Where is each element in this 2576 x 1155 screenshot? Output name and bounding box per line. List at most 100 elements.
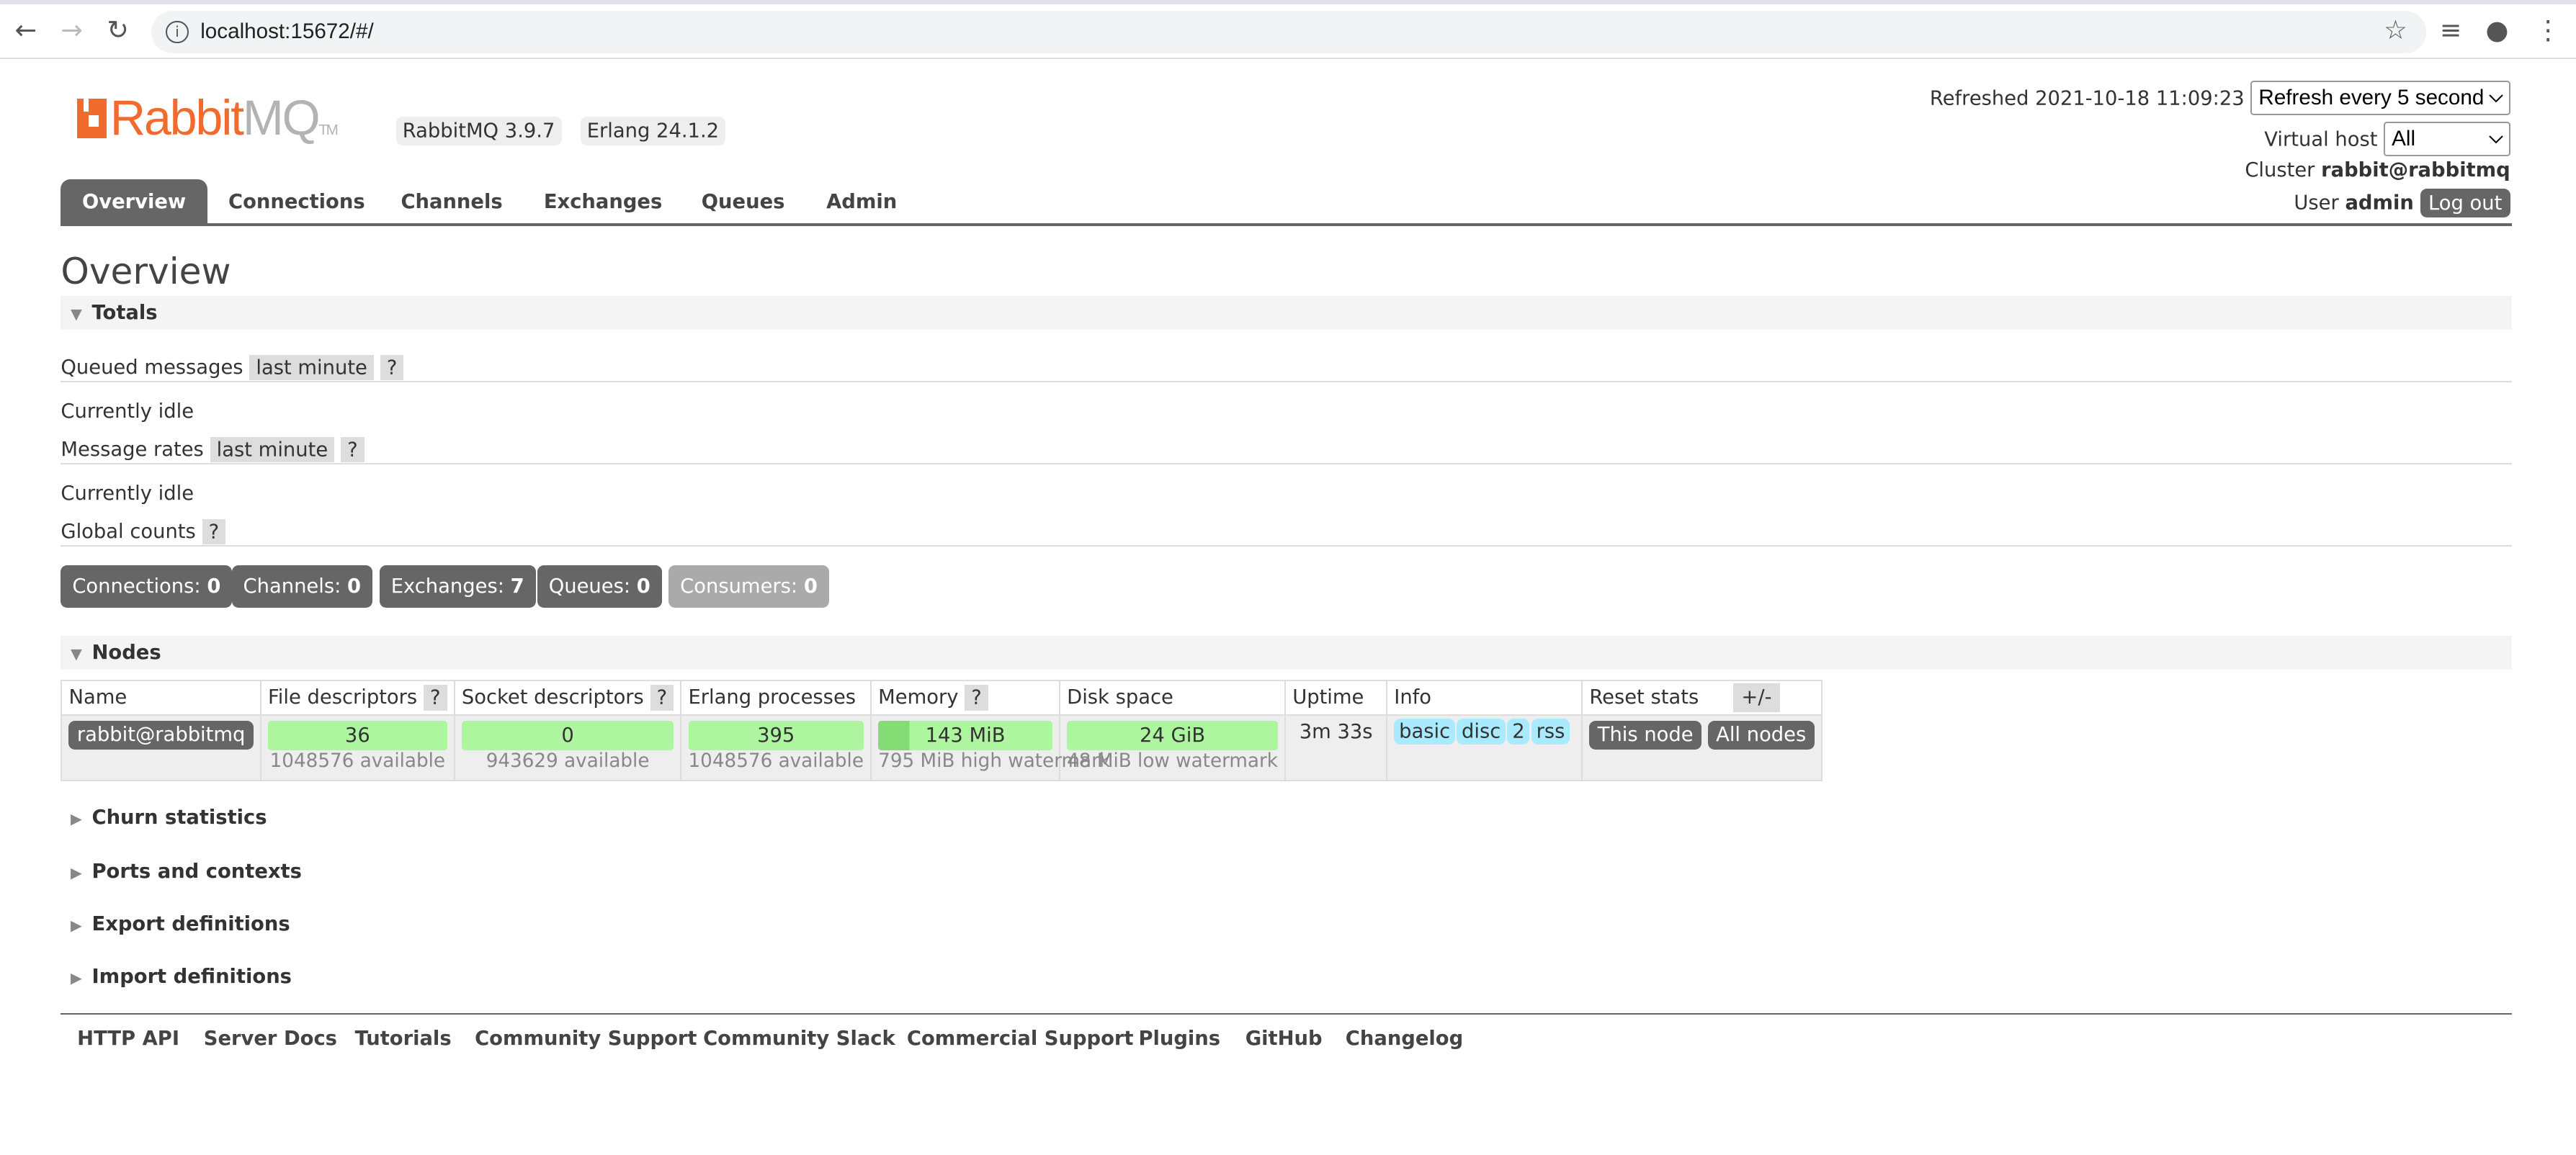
star-icon[interactable]: ☆: [2384, 14, 2407, 45]
col-file-descriptors: File descriptors ?: [259, 680, 455, 716]
sd-available: 943629 available: [486, 750, 650, 772]
connections-count[interactable]: Connections: 0: [61, 565, 233, 608]
tab-admin[interactable]: Admin: [805, 179, 918, 225]
help-button[interactable]: ?: [423, 685, 447, 711]
section-title: Totals: [91, 301, 158, 324]
queued-messages-label: Queued messages: [61, 356, 243, 379]
node-link[interactable]: rabbit@rabbitmq: [68, 720, 254, 750]
triangle-right-icon: ▶: [71, 969, 82, 987]
info-tag: rss: [1531, 719, 1570, 745]
reading-list-icon[interactable]: ≡: [2440, 14, 2462, 45]
col-info: Info: [1386, 680, 1583, 716]
message-rates-label: Message rates: [61, 438, 204, 461]
tab-channels[interactable]: Channels: [380, 179, 524, 225]
col-erlang-processes: Erlang processes: [680, 680, 872, 716]
cluster-name: rabbit@rabbitmq: [2321, 159, 2510, 182]
trademark: TM: [318, 122, 338, 139]
triangle-down-icon: ▼: [71, 644, 82, 662]
footer-link[interactable]: GitHub: [1245, 1028, 1323, 1050]
logo-mark-icon: [77, 99, 107, 138]
footer-link[interactable]: Changelog: [1346, 1028, 1463, 1050]
back-icon[interactable]: ←: [15, 14, 37, 45]
exchanges-count[interactable]: Exchanges: 7: [379, 565, 536, 608]
help-button[interactable]: ?: [965, 685, 988, 711]
triangle-down-icon: ▼: [71, 305, 82, 323]
triangle-right-icon: ▶: [71, 917, 82, 934]
erlang-badge: Erlang 24.1.2: [580, 116, 726, 146]
idle-text: Currently idle: [61, 400, 194, 423]
col-name: Name: [61, 680, 261, 716]
profile-icon[interactable]: ●: [2486, 14, 2509, 45]
tab-overview[interactable]: Overview: [61, 179, 207, 225]
forward-icon[interactable]: →: [61, 14, 83, 45]
col-reset-stats: Reset stats: [1581, 680, 1823, 716]
rabbitmq-logo[interactable]: RabbitMQTM: [77, 90, 339, 146]
refresh-select[interactable]: Refresh every 5 seconds: [2250, 80, 2510, 115]
idle-text: Currently idle: [61, 482, 194, 505]
reset-this-node-button[interactable]: This node: [1589, 720, 1702, 750]
col-socket-descriptors: Socket descriptors ?: [453, 680, 682, 716]
import-definitions-toggle[interactable]: ▶ Import definitions: [61, 966, 292, 988]
nodes-section-toggle[interactable]: ▼ Nodes: [61, 635, 2513, 670]
info-tag: disc: [1457, 719, 1506, 745]
footer-link[interactable]: HTTP API: [77, 1028, 179, 1050]
browser-toolbar: ← → ↻ i localhost:15672/#/ ☆ ≡ ● ⋮: [0, 0, 2576, 60]
section-title: Nodes: [91, 641, 161, 664]
totals-section-toggle[interactable]: ▼ Totals: [61, 295, 2513, 331]
ep-bar: 395: [688, 720, 864, 750]
fd-bar: 36: [268, 720, 447, 750]
version-badge: RabbitMQ 3.9.7: [395, 116, 562, 146]
disk-bar: 24 GiB: [1067, 720, 1278, 750]
consumers-count[interactable]: Consumers: 0: [668, 565, 829, 608]
footer-link[interactable]: Server Docs: [204, 1028, 337, 1050]
col-uptime: Uptime: [1284, 680, 1388, 716]
churn-statistics-toggle[interactable]: ▶ Churn statistics: [61, 806, 267, 829]
global-counts-label: Global counts: [61, 520, 196, 543]
reload-icon[interactable]: ↻: [107, 14, 129, 45]
help-button[interactable]: ?: [380, 354, 404, 381]
main-tabs: Overview Connections Channels Exchanges …: [61, 179, 2513, 227]
cluster-label: Cluster: [2245, 159, 2315, 182]
period-selector[interactable]: last minute: [249, 354, 374, 381]
footer-link[interactable]: Community Slack: [703, 1028, 895, 1050]
page-title: Overview: [61, 249, 231, 292]
ep-available: 1048576 available: [688, 750, 864, 772]
refreshed-label: Refreshed 2021-10-18 11:09:23: [1929, 87, 2245, 110]
period-selector[interactable]: last minute: [210, 436, 335, 463]
vhost-select[interactable]: All: [2384, 121, 2510, 156]
reset-all-nodes-button[interactable]: All nodes: [1707, 720, 1815, 750]
tab-queues[interactable]: Queues: [680, 179, 806, 225]
memory-bar: 143 MiB: [878, 720, 1052, 750]
info-tag: 2: [1507, 719, 1530, 745]
menu-icon[interactable]: ⋮: [2535, 14, 2561, 45]
export-definitions-toggle[interactable]: ▶ Export definitions: [61, 913, 290, 935]
footer-link[interactable]: Plugins: [1138, 1028, 1220, 1050]
address-bar[interactable]: i localhost:15672/#/: [151, 11, 2427, 54]
footer: HTTP API Server Docs Tutorials Community…: [61, 1013, 2513, 1050]
uptime-value: 3m 33s: [1284, 714, 1388, 781]
table-row: rabbit@rabbitmq 36 1048576 available 0 943…: [61, 714, 1823, 781]
footer-link[interactable]: Tutorials: [355, 1028, 452, 1050]
memory-watermark: 795 MiB high watermark: [878, 750, 1111, 772]
tab-connections[interactable]: Connections: [207, 179, 386, 225]
fd-available: 1048576 available: [269, 750, 446, 772]
columns-toggle-button[interactable]: +/-: [1733, 683, 1780, 712]
col-memory: Memory ?: [870, 680, 1061, 716]
col-disk-space: Disk space: [1059, 680, 1287, 716]
channels-count[interactable]: Channels: 0: [231, 565, 373, 608]
help-button[interactable]: ?: [340, 436, 365, 463]
nodes-table: Name File descriptors ? Socket descripto…: [61, 680, 1823, 781]
vhost-label: Virtual host: [2264, 128, 2378, 151]
info-icon[interactable]: i: [166, 20, 189, 44]
triangle-right-icon: ▶: [71, 864, 82, 882]
footer-link[interactable]: Community Support: [475, 1028, 697, 1050]
info-tag: basic: [1394, 719, 1455, 745]
ports-contexts-toggle[interactable]: ▶ Ports and contexts: [61, 860, 302, 883]
queues-count[interactable]: Queues: 0: [537, 565, 662, 608]
triangle-right-icon: ▶: [71, 809, 82, 827]
footer-link[interactable]: Commercial Support: [907, 1028, 1134, 1050]
sd-bar: 0: [461, 720, 674, 750]
tab-exchanges[interactable]: Exchanges: [522, 179, 684, 225]
help-button[interactable]: ?: [650, 685, 674, 711]
help-button[interactable]: ?: [202, 518, 226, 545]
